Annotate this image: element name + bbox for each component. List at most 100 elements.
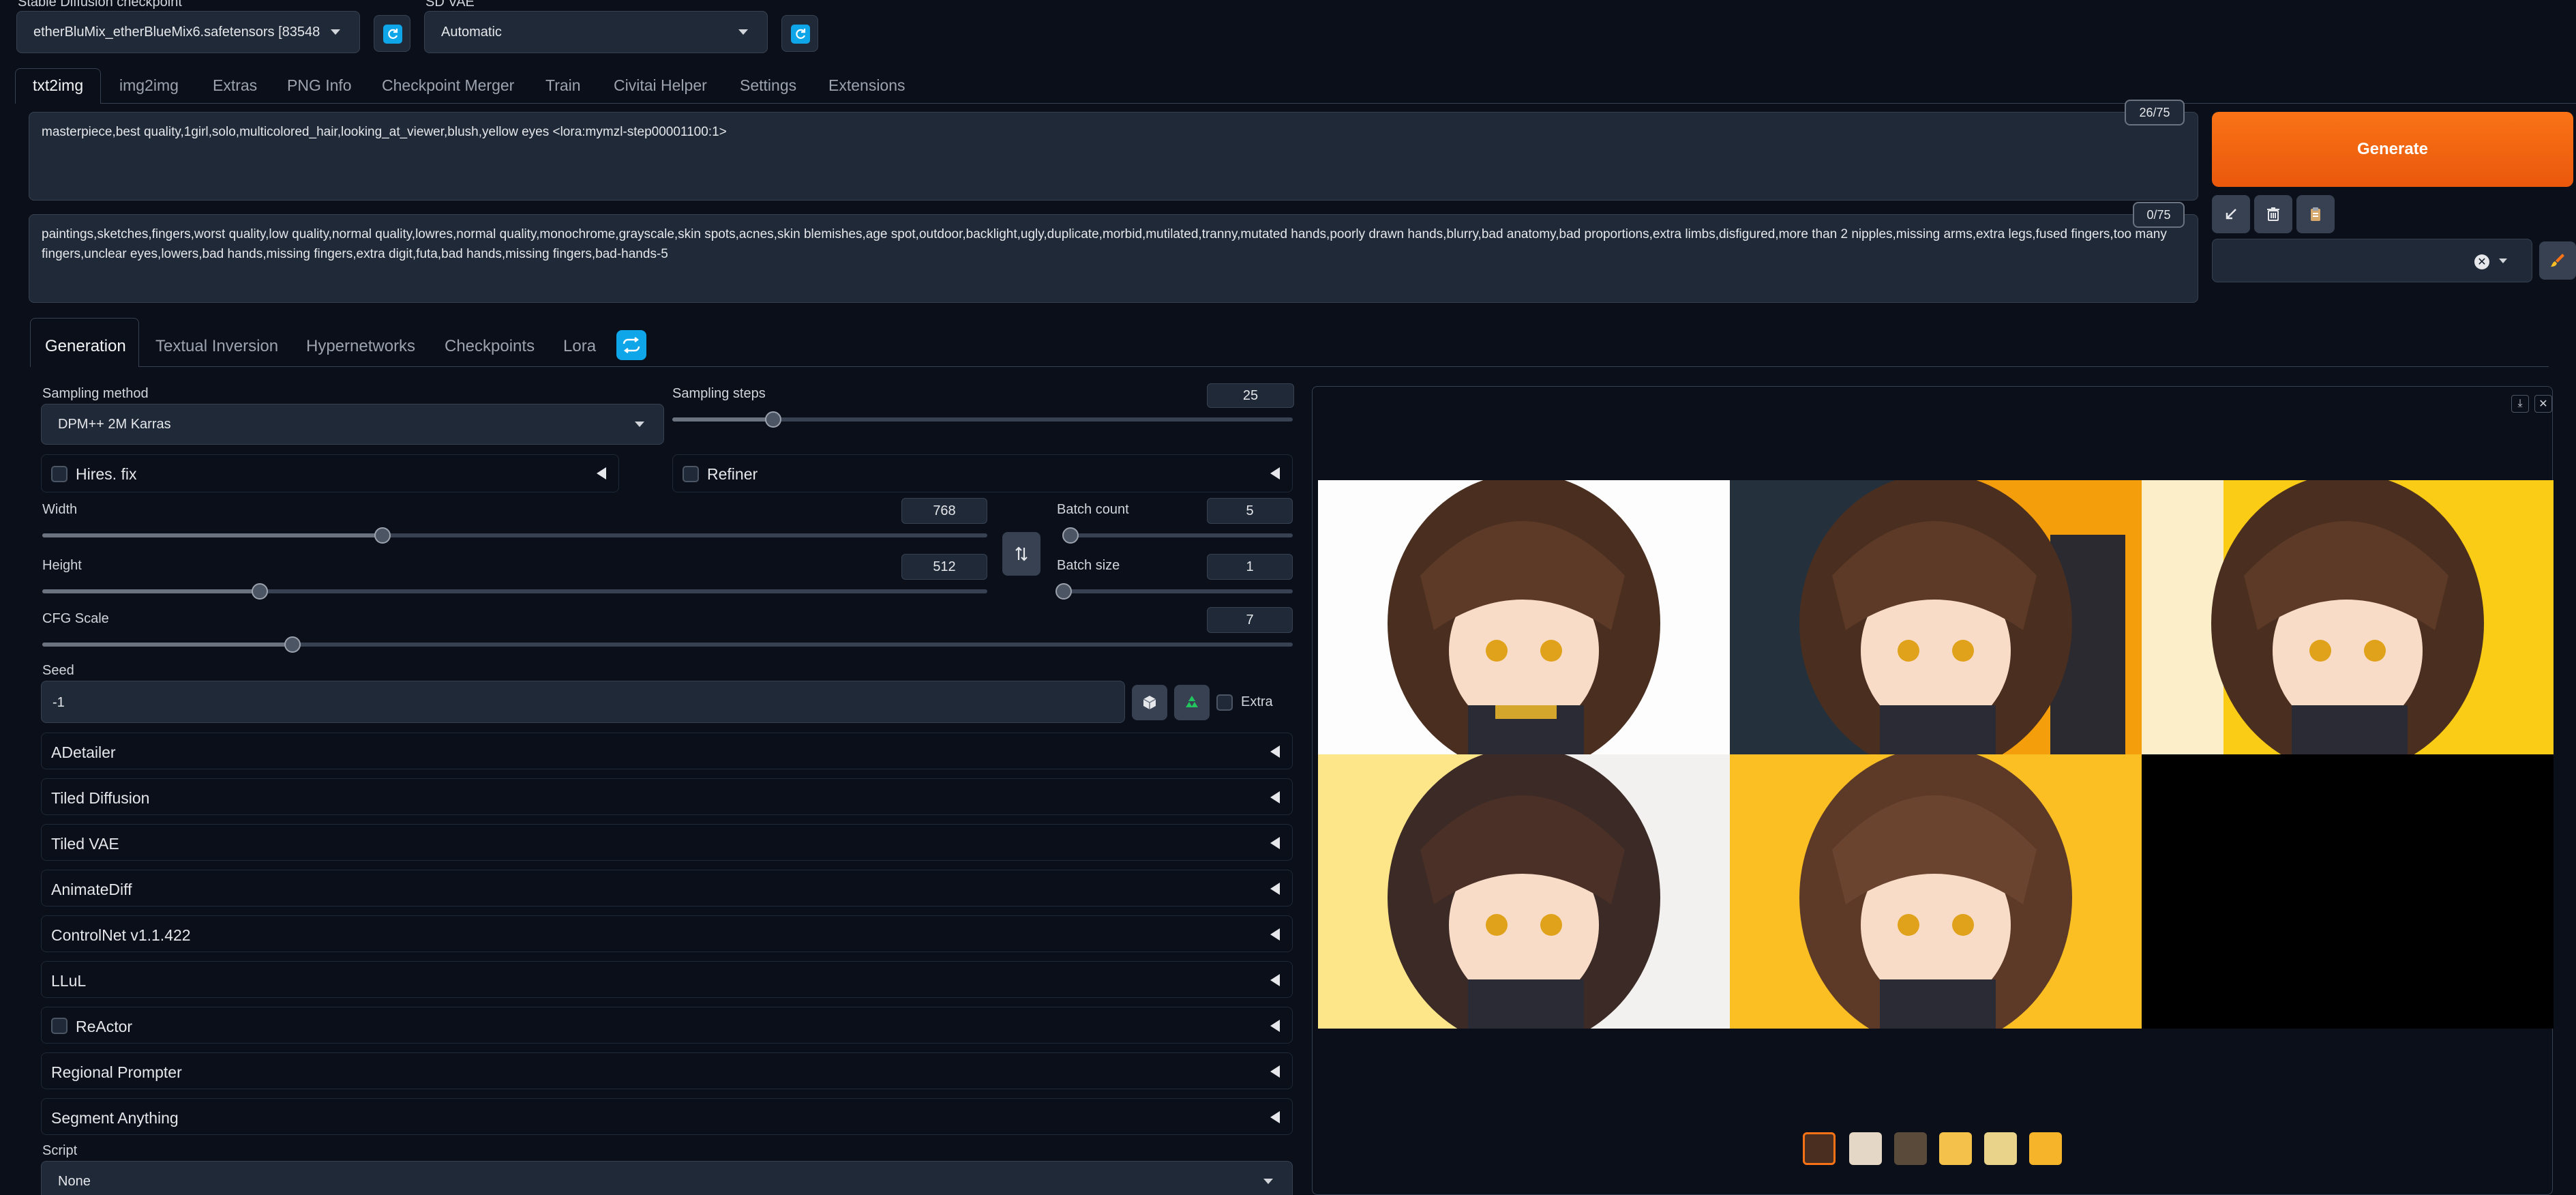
subtab-checkpoints[interactable]: Checkpoints xyxy=(445,337,535,356)
reuse-seed-button[interactable] xyxy=(1174,685,1210,720)
thumbnail-2[interactable] xyxy=(1894,1132,1927,1165)
hires-fix-checkbox[interactable] xyxy=(51,466,68,482)
accordion-tiled-diffusion[interactable]: Tiled Diffusion xyxy=(41,778,1293,815)
refresh-icon xyxy=(791,25,810,44)
accordion-llul-label: LLuL xyxy=(51,972,87,990)
tab-extensions[interactable]: Extensions xyxy=(828,76,905,95)
accordion-llul[interactable]: LLuL xyxy=(41,961,1293,998)
seed-input[interactable]: -1 xyxy=(41,681,1125,723)
subtab-generation-label[interactable]: Generation xyxy=(45,337,126,356)
thumbnail-grid[interactable] xyxy=(1803,1132,1836,1165)
tab-settings[interactable]: Settings xyxy=(740,76,796,95)
tab-civitai-helper[interactable]: Civitai Helper xyxy=(614,76,707,95)
script-select[interactable]: None xyxy=(41,1161,1293,1195)
tab-train[interactable]: Train xyxy=(545,76,581,95)
reactor-checkbox[interactable] xyxy=(51,1018,68,1034)
accordion-adetailer[interactable]: ADetailer xyxy=(41,733,1293,769)
height-input[interactable]: 512 xyxy=(901,554,987,580)
thumbnail-1[interactable] xyxy=(1849,1132,1882,1165)
gallery-image-3[interactable] xyxy=(2142,480,2553,754)
checkpoint-select[interactable]: etherBluMix_etherBlueMix6.safetensors [8… xyxy=(16,11,360,53)
chevron-down-icon xyxy=(635,422,644,427)
thumbnail-4[interactable] xyxy=(1984,1132,2017,1165)
subtab-hypernetworks[interactable]: Hypernetworks xyxy=(306,337,415,356)
slider-thumb[interactable] xyxy=(765,411,782,428)
portrait-image xyxy=(1388,480,1660,754)
download-icon[interactable]: ⤓ xyxy=(2511,395,2529,413)
extra-seed-checkbox[interactable] xyxy=(1216,694,1233,711)
read-params-button[interactable] xyxy=(2212,195,2250,233)
width-input[interactable]: 768 xyxy=(901,498,987,524)
sampling-method-label: Sampling method xyxy=(42,386,149,401)
slider-fill xyxy=(672,417,774,422)
vae-select[interactable]: Automatic xyxy=(424,11,768,53)
height-slider[interactable] xyxy=(42,583,987,600)
refiner-accordion[interactable]: Refiner xyxy=(672,454,1293,492)
height-label: Height xyxy=(42,558,82,573)
vae-label: SD VAE xyxy=(425,0,475,10)
styles-select[interactable]: ✕ xyxy=(2212,239,2532,282)
random-seed-button[interactable] xyxy=(1132,685,1167,720)
cfg-scale-label: CFG Scale xyxy=(42,611,109,626)
chevron-down-icon xyxy=(1263,1179,1273,1184)
slider-thumb[interactable] xyxy=(1062,527,1079,544)
gallery-image-2[interactable] xyxy=(1730,480,2142,754)
subtab-lora[interactable]: Lora xyxy=(563,337,596,356)
trash-button[interactable] xyxy=(2254,195,2292,233)
thumbnail-3[interactable] xyxy=(1939,1132,1972,1165)
gallery-image-1[interactable] xyxy=(1318,480,1730,754)
slider-thumb[interactable] xyxy=(284,636,301,653)
subtab-textual-inversion[interactable]: Textual Inversion xyxy=(155,337,278,356)
gallery-image-5[interactable] xyxy=(1730,754,2142,1029)
slider-thumb[interactable] xyxy=(374,527,391,544)
width-slider[interactable] xyxy=(42,527,987,544)
swap-icon xyxy=(623,337,640,353)
accordion-animatediff[interactable]: AnimateDiff xyxy=(41,870,1293,906)
positive-prompt-textarea[interactable]: masterpiece,best quality,1girl,solo,mult… xyxy=(29,112,2198,201)
close-icon[interactable]: ✕ xyxy=(2534,395,2552,413)
edit-styles-button[interactable] xyxy=(2539,241,2576,280)
refresh-vae-button[interactable] xyxy=(781,15,818,52)
sampling-steps-label: Sampling steps xyxy=(672,386,766,401)
cfg-scale-input[interactable]: 7 xyxy=(1207,607,1293,633)
tab-extras[interactable]: Extras xyxy=(213,76,257,95)
dice-icon xyxy=(1143,696,1156,709)
refresh-extra-networks-button[interactable] xyxy=(616,330,646,360)
swap-dimensions-button[interactable] xyxy=(1002,532,1040,576)
refresh-checkpoint-button[interactable] xyxy=(374,15,410,52)
portrait-image xyxy=(1799,480,2142,754)
accordion-controlnet[interactable]: ControlNet v1.1.422 xyxy=(41,915,1293,952)
tab-txt2img-label[interactable]: txt2img xyxy=(33,76,83,95)
clipboard-button[interactable] xyxy=(2296,195,2335,233)
slider-thumb[interactable] xyxy=(1055,583,1072,600)
sampling-steps-slider[interactable] xyxy=(672,411,1293,428)
gallery-image-4[interactable] xyxy=(1318,754,1730,1029)
refiner-checkbox[interactable] xyxy=(683,466,699,482)
clear-icon[interactable]: ✕ xyxy=(2474,254,2489,269)
sampling-method-select[interactable]: DPM++ 2M Karras xyxy=(41,404,664,445)
batch-size-slider[interactable] xyxy=(1055,583,1293,600)
accordion-regional-prompter[interactable]: Regional Prompter xyxy=(41,1052,1293,1089)
portrait-image xyxy=(1388,754,1730,1029)
collapse-arrow-icon xyxy=(1270,746,1280,758)
batch-count-input[interactable]: 5 xyxy=(1207,498,1293,524)
accordion-tiled-vae[interactable]: Tiled VAE xyxy=(41,824,1293,861)
thumbnail-5[interactable] xyxy=(2029,1132,2062,1165)
sampling-steps-input[interactable]: 25 xyxy=(1207,383,1294,408)
collapse-arrow-icon xyxy=(1270,1065,1280,1078)
gallery-empty-cell xyxy=(2142,754,2553,1029)
batch-count-slider[interactable] xyxy=(1062,527,1293,544)
negative-prompt-textarea[interactable]: paintings,sketches,fingers,worst quality… xyxy=(29,214,2198,303)
slider-thumb[interactable] xyxy=(251,583,268,600)
cfg-scale-slider[interactable] xyxy=(42,636,1293,653)
tab-img2img[interactable]: img2img xyxy=(119,76,179,95)
swap-vertical-icon xyxy=(1015,546,1028,561)
tab-png-info[interactable]: PNG Info xyxy=(287,76,352,95)
hires-fix-accordion[interactable]: Hires. fix xyxy=(41,454,619,492)
tab-checkpoint-merger[interactable]: Checkpoint Merger xyxy=(382,76,514,95)
brush-icon xyxy=(2551,254,2564,267)
batch-size-input[interactable]: 1 xyxy=(1207,554,1293,580)
accordion-reactor[interactable]: ReActor xyxy=(41,1007,1293,1044)
accordion-segment-anything[interactable]: Segment Anything xyxy=(41,1098,1293,1135)
generate-button[interactable]: Generate xyxy=(2212,112,2573,187)
